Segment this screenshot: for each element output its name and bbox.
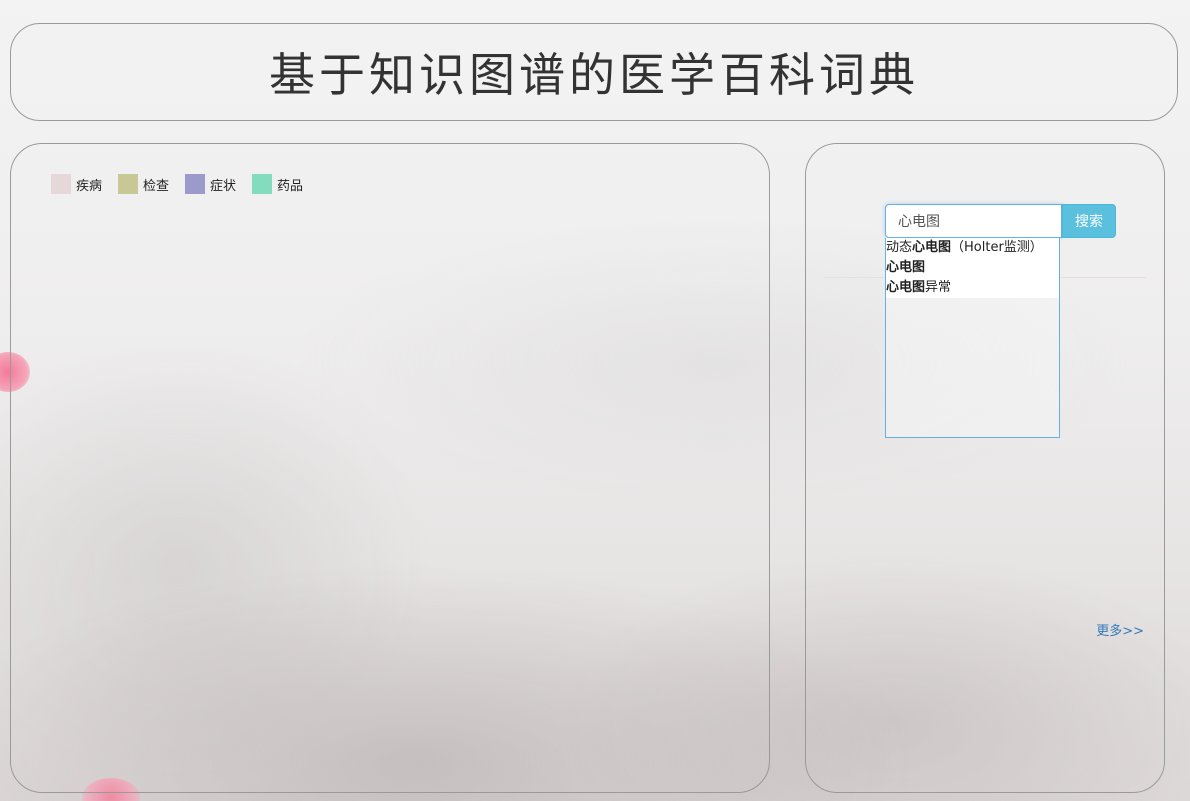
- suggestion-item[interactable]: 心电图: [886, 258, 1059, 278]
- more-link[interactable]: 更多>>: [1096, 620, 1144, 639]
- legend-swatch: [118, 174, 139, 194]
- search-panel: 搜索 动态心电图（Holter监测） 心电图 心电图异常 更多>>: [805, 143, 1165, 793]
- legend-item-drug[interactable]: 药品: [252, 174, 303, 194]
- legend-item-disease[interactable]: 疾病: [51, 174, 102, 194]
- graph-legend: 疾病 检查 症状 药品: [51, 174, 319, 194]
- legend-item-examination[interactable]: 检查: [118, 174, 169, 194]
- knowledge-graph-panel[interactable]: 疾病 检查 症状 药品: [10, 143, 770, 793]
- search-input[interactable]: [885, 204, 1062, 238]
- legend-swatch: [51, 174, 71, 194]
- suggestion-item[interactable]: 动态心电图（Holter监测）: [886, 238, 1059, 258]
- legend-label: 药品: [277, 178, 304, 194]
- legend-label: 检查: [143, 178, 170, 194]
- suggestion-match: 心电图: [886, 260, 926, 275]
- suggestion-match: 心电图: [912, 240, 952, 255]
- suggestion-prefix: 动态: [886, 240, 913, 255]
- suggestion-match: 心电图: [886, 280, 926, 295]
- suggestion-suffix: （Holter监测）: [951, 240, 1043, 255]
- legend-label: 疾病: [76, 178, 103, 194]
- legend-label: 症状: [210, 178, 237, 194]
- suggestion-list: 动态心电图（Holter监测） 心电图 心电图异常: [886, 238, 1059, 298]
- suggestion-item[interactable]: 心电图异常: [886, 278, 1059, 298]
- page-title: 基于知识图谱的医学百科词典: [269, 48, 919, 102]
- legend-swatch: [185, 174, 206, 194]
- header-panel: 基于知识图谱的医学百科词典: [10, 23, 1178, 121]
- search-button[interactable]: 搜索: [1062, 204, 1116, 238]
- legend-swatch: [252, 174, 273, 194]
- autocomplete-dropdown[interactable]: 动态心电图（Holter监测） 心电图 心电图异常: [885, 238, 1060, 438]
- suggestion-suffix: 异常: [925, 280, 952, 295]
- legend-item-symptom[interactable]: 症状: [185, 174, 236, 194]
